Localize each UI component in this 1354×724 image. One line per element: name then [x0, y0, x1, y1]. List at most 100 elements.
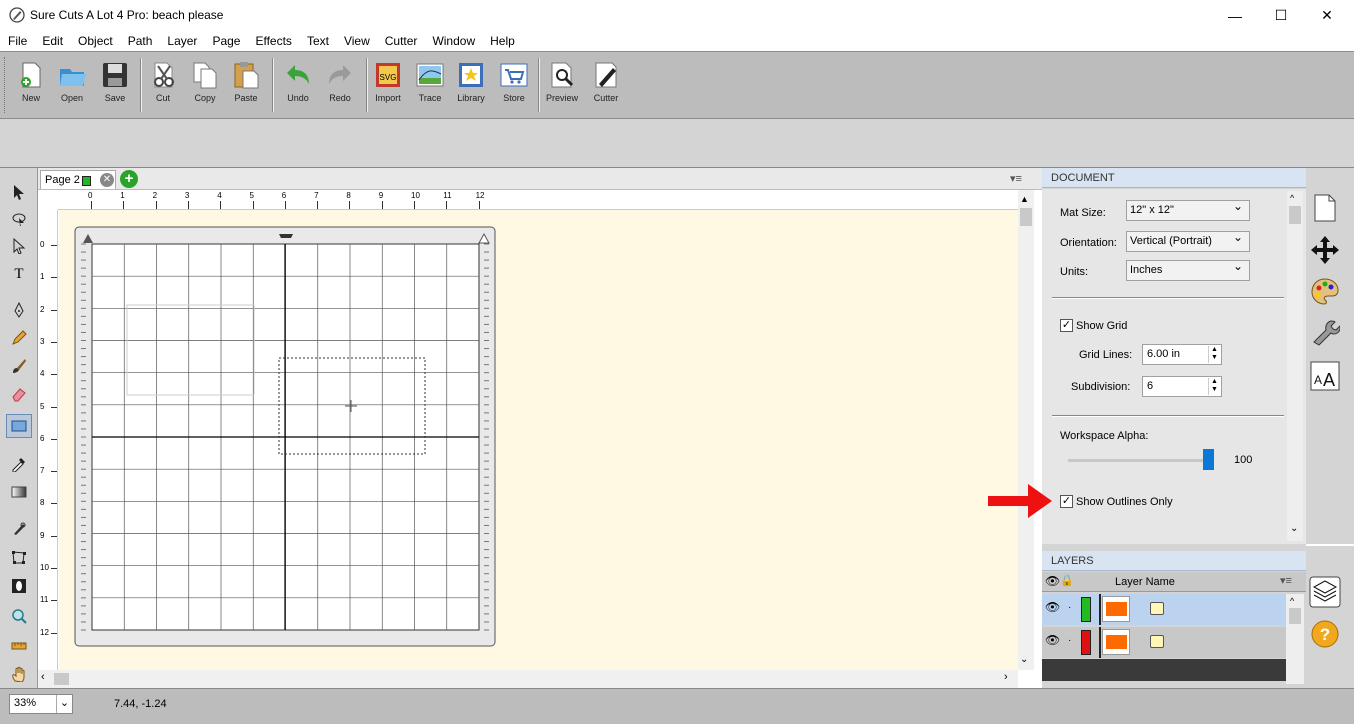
scroll-up-icon[interactable]: ▲ — [1020, 194, 1029, 204]
add-page-icon[interactable]: + — [120, 170, 138, 188]
layers-panel-button[interactable] — [1308, 574, 1342, 610]
document-panel-button[interactable] — [1308, 190, 1342, 226]
menu-window[interactable]: Window — [424, 31, 482, 51]
trace-button[interactable]: Trace — [409, 56, 451, 114]
menu-page[interactable]: Page — [204, 31, 247, 51]
pencil-tool[interactable] — [6, 326, 32, 350]
menu-text[interactable]: Text — [299, 31, 336, 51]
copy-button[interactable]: Copy — [184, 56, 226, 114]
tab-menu-icon[interactable]: ▾≡ — [1010, 172, 1022, 185]
menu-view[interactable]: View — [336, 31, 377, 51]
scroll-up-icon[interactable]: ^ — [1290, 596, 1294, 606]
layer-color-red[interactable] — [1081, 630, 1091, 655]
transform-tool[interactable] — [6, 545, 32, 569]
zoom-select[interactable]: 33% ⌄ — [9, 694, 73, 714]
brush-tool[interactable] — [6, 354, 32, 378]
mat-size-select[interactable]: 12" x 12" — [1126, 197, 1250, 221]
tab-page-2[interactable]: Page 2 ✕ — [40, 170, 116, 189]
scroll-down-icon[interactable]: ⌄ — [1020, 654, 1028, 665]
save-button[interactable]: Save — [94, 56, 136, 114]
vertical-scrollbar[interactable]: ▲ ⌄ — [1018, 190, 1034, 670]
close-button[interactable]: ✕ — [1304, 0, 1350, 31]
paste-button[interactable]: Paste — [225, 56, 267, 114]
toolbar-grip[interactable] — [4, 57, 7, 113]
color-panel-button[interactable] — [1308, 274, 1342, 310]
grid-lines-input[interactable]: 6.00 in ▲ ▼ — [1142, 344, 1222, 365]
layers-menu-icon[interactable]: ▾≡ — [1280, 574, 1292, 587]
select-tool[interactable] — [6, 180, 32, 204]
menu-edit[interactable]: Edit — [34, 31, 70, 51]
scroll-left-icon[interactable]: ‹ — [41, 671, 45, 683]
scroll-thumb[interactable] — [1289, 608, 1301, 624]
scroll-thumb[interactable] — [1289, 206, 1301, 224]
menu-help[interactable]: Help — [482, 31, 522, 51]
gradient-tool[interactable] — [6, 480, 32, 504]
canvas-workspace[interactable] — [59, 210, 1018, 670]
menu-object[interactable]: Object — [70, 31, 120, 51]
layer-fill-swatch — [1106, 635, 1127, 649]
scroll-down-icon[interactable]: ⌄ — [1290, 523, 1298, 534]
direct-select-tool[interactable] — [6, 234, 32, 258]
menu-path[interactable]: Path — [120, 31, 160, 51]
maximize-button[interactable]: ☐ — [1258, 0, 1304, 31]
menu-layer[interactable]: Layer — [159, 31, 204, 51]
scroll-thumb[interactable] — [54, 673, 69, 685]
spinner-arrows-icon[interactable]: ▲ ▼ — [1208, 378, 1220, 395]
menu-cutter[interactable]: Cutter — [377, 31, 425, 51]
menu-file[interactable]: File — [0, 31, 34, 51]
library-button[interactable]: Library — [450, 56, 492, 114]
preview-button[interactable]: Preview — [541, 56, 583, 114]
chevron-down-icon[interactable]: ⌄ — [56, 695, 72, 713]
close-tab-icon[interactable]: ✕ — [100, 173, 114, 187]
weld-tool[interactable] — [6, 574, 32, 598]
cutter-button[interactable]: Cutter — [585, 56, 627, 114]
layers-scrollbar[interactable]: ^ — [1286, 594, 1304, 684]
scroll-thumb[interactable] — [1020, 208, 1032, 226]
knife-tool[interactable] — [6, 516, 32, 540]
eraser-tool[interactable] — [6, 382, 32, 406]
store-button[interactable]: Store — [493, 56, 535, 114]
document-scrollbar[interactable]: ^ ⌄ — [1287, 191, 1303, 541]
lock-dot-icon[interactable]: · — [1068, 635, 1071, 646]
undo-button[interactable]: Undo — [277, 56, 319, 114]
cutting-mat[interactable] — [59, 210, 1018, 670]
zoom-tool[interactable] — [6, 604, 32, 628]
settings-panel-button[interactable] — [1308, 314, 1342, 350]
show-outlines-checkbox[interactable]: ✓ — [1060, 495, 1073, 508]
note-icon[interactable] — [1150, 602, 1164, 615]
new-button[interactable]: New — [10, 56, 52, 114]
pan-tool[interactable] — [6, 662, 32, 686]
alpha-slider-handle[interactable] — [1203, 449, 1214, 470]
orientation-select[interactable]: Vertical (Portrait) — [1126, 228, 1250, 252]
alpha-slider-track[interactable] — [1068, 459, 1208, 462]
import-button[interactable]: SVG Import — [367, 56, 409, 114]
show-grid-checkbox[interactable]: ✓ — [1060, 319, 1073, 332]
measure-tool[interactable] — [6, 634, 32, 658]
eye-icon[interactable]: 👁 — [1045, 633, 1060, 647]
move-panel-button[interactable] — [1308, 232, 1342, 268]
text-tool[interactable]: T — [6, 262, 32, 286]
lock-dot-icon[interactable]: · — [1068, 602, 1071, 613]
open-button[interactable]: Open — [51, 56, 93, 114]
pen-tool[interactable] — [6, 298, 32, 322]
subdivision-input[interactable]: 6 ▲ ▼ — [1142, 376, 1222, 397]
cut-button[interactable]: Cut — [142, 56, 184, 114]
rectangle-tool[interactable] — [6, 414, 32, 438]
help-button[interactable]: ? — [1308, 616, 1342, 652]
menu-effects[interactable]: Effects — [247, 31, 298, 51]
note-icon[interactable] — [1150, 635, 1164, 648]
minimize-button[interactable]: — — [1212, 0, 1258, 31]
units-select[interactable]: Inches — [1126, 257, 1250, 281]
node-edit-tool[interactable] — [6, 207, 32, 231]
scroll-right-icon[interactable]: › — [1004, 671, 1008, 683]
scroll-up-icon[interactable]: ^ — [1290, 193, 1294, 203]
layer-color-green[interactable] — [1081, 597, 1091, 622]
eyedropper-tool[interactable] — [6, 452, 32, 476]
redo-button[interactable]: Redo — [319, 56, 361, 114]
layer-row[interactable]: 👁 · — [1042, 594, 1286, 625]
text-panel-button[interactable]: AA — [1308, 358, 1342, 394]
layer-row[interactable]: 👁 · — [1042, 627, 1286, 658]
eye-icon[interactable]: 👁 — [1045, 600, 1060, 614]
horizontal-scrollbar[interactable]: ‹ › — [38, 670, 1018, 688]
spinner-arrows-icon[interactable]: ▲ ▼ — [1208, 346, 1220, 363]
